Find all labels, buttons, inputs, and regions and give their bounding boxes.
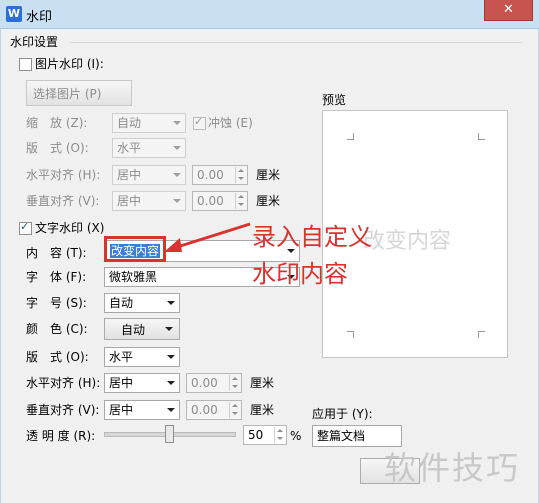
- chevron-down-icon: [173, 121, 181, 125]
- margin-corner-mark: [478, 133, 485, 140]
- text-v-align-label: 垂直对齐 (V):: [26, 403, 100, 417]
- color-label: 颜 色 (C):: [26, 322, 88, 336]
- chevron-down-icon: [165, 327, 173, 331]
- picture-h-offset-spinner[interactable]: 0.00: [192, 165, 248, 185]
- washout-checkbox[interactable]: [193, 115, 206, 130]
- size-select[interactable]: 自动: [104, 293, 180, 313]
- spin-up-icon[interactable]: [235, 193, 246, 201]
- text-h-offset-spinner[interactable]: 0.00: [186, 373, 242, 393]
- annotation-arrow-icon: [164, 222, 251, 252]
- chevron-down-icon: [167, 381, 175, 385]
- scale-select[interactable]: 自动: [112, 113, 186, 133]
- margin-corner-mark: [347, 331, 354, 338]
- chevron-down-icon: [167, 301, 175, 305]
- text-v-align-value: 居中: [109, 403, 134, 417]
- spin-down-icon[interactable]: [229, 410, 240, 418]
- close-button[interactable]: ✕: [484, 0, 533, 21]
- size-label: 字 号 (S):: [26, 296, 87, 310]
- group-divider: [70, 42, 522, 43]
- picture-h-unit: 厘米: [256, 168, 281, 182]
- text-v-offset-value: 0.00: [191, 403, 218, 417]
- margin-corner-mark: [347, 133, 354, 140]
- picture-v-align-label: 垂直对齐 (V):: [26, 194, 100, 208]
- text-v-offset-spinner[interactable]: 0.00: [186, 400, 242, 420]
- size-value: 自动: [109, 296, 134, 310]
- washout-label: 冲蚀 (E): [208, 116, 253, 130]
- chevron-down-icon: [173, 199, 181, 203]
- color-value: 自动: [121, 323, 146, 337]
- picture-layout-value: 水平: [117, 141, 142, 155]
- text-h-align-label: 水平对齐 (H):: [26, 376, 101, 390]
- spin-up-icon[interactable]: [274, 427, 285, 435]
- chevron-down-icon: [173, 146, 181, 150]
- picture-watermark-checkbox[interactable]: [19, 58, 32, 71]
- picture-h-align-select[interactable]: 居中: [112, 165, 186, 185]
- chevron-down-icon: [167, 408, 175, 412]
- preview-label: 预览: [322, 93, 347, 107]
- text-v-unit: 厘米: [250, 403, 275, 417]
- transparency-slider-thumb[interactable]: [165, 425, 174, 443]
- picture-h-align-value: 居中: [117, 168, 142, 182]
- font-value: 微软雅黑: [109, 270, 158, 284]
- spin-down-icon[interactable]: [274, 435, 285, 443]
- picture-v-offset-value: 0.00: [197, 194, 224, 208]
- select-picture-button[interactable]: 选择图片 (P): [26, 80, 132, 106]
- color-picker-button[interactable]: 自动: [104, 318, 180, 340]
- picture-v-unit: 厘米: [256, 194, 281, 208]
- transparency-value: 50: [248, 428, 264, 442]
- spin-up-icon[interactable]: [229, 375, 240, 383]
- annotation-line-2: 水印内容: [252, 260, 348, 288]
- text-h-unit: 厘米: [250, 376, 275, 390]
- window-title: 水印: [26, 10, 53, 25]
- text-watermark-label: 文字水印 (X): [35, 221, 105, 235]
- spin-down-icon[interactable]: [229, 383, 240, 391]
- site-watermark: 软件技巧: [384, 449, 521, 487]
- group-title: 水印设置: [10, 35, 59, 49]
- text-watermark-checkbox[interactable]: [19, 220, 32, 235]
- spin-down-icon[interactable]: [235, 175, 246, 183]
- chevron-down-icon: [173, 173, 181, 177]
- picture-layout-select[interactable]: 水平: [112, 138, 186, 158]
- highlight-box: [104, 236, 166, 262]
- picture-h-offset-value: 0.00: [197, 168, 224, 182]
- text-h-align-value: 居中: [109, 376, 134, 390]
- margin-corner-mark: [478, 331, 485, 338]
- select-picture-label: 选择图片 (P): [33, 87, 102, 101]
- transparency-spinner[interactable]: 50: [243, 425, 287, 445]
- transparency-label: 透 明 度 (R):: [26, 429, 96, 443]
- spin-up-icon[interactable]: [235, 167, 246, 175]
- wps-writer-icon: W: [6, 6, 22, 22]
- picture-v-offset-spinner[interactable]: 0.00: [192, 191, 248, 211]
- apply-to-value: 整篇文档: [317, 429, 366, 443]
- font-label: 字 体 (F):: [26, 270, 87, 284]
- picture-v-align-select[interactable]: 居中: [112, 191, 186, 211]
- scale-label: 缩 放 (Z):: [26, 116, 88, 130]
- picture-v-align-value: 居中: [117, 194, 142, 208]
- preview-watermark-text: 改变内容: [363, 229, 452, 254]
- picture-watermark-label: 图片水印 (I):: [35, 57, 104, 71]
- spin-down-icon[interactable]: [235, 201, 246, 209]
- annotation-line-1: 录入自定义: [252, 223, 372, 251]
- text-h-offset-value: 0.00: [191, 376, 218, 390]
- chevron-down-icon: [167, 355, 175, 359]
- text-v-align-select[interactable]: 居中: [104, 400, 180, 420]
- text-layout-label: 版 式 (O):: [26, 350, 89, 364]
- picture-layout-label: 版 式 (O):: [26, 141, 89, 155]
- transparency-unit: %: [290, 429, 302, 443]
- text-h-align-select[interactable]: 居中: [104, 373, 180, 393]
- text-layout-value: 水平: [109, 350, 134, 364]
- text-layout-select[interactable]: 水平: [104, 347, 180, 367]
- apply-to-label: 应用于 (Y):: [312, 407, 373, 421]
- picture-h-align-label: 水平对齐 (H):: [26, 168, 101, 182]
- spin-up-icon[interactable]: [229, 402, 240, 410]
- content-label: 内 容 (T):: [26, 246, 87, 260]
- scale-value: 自动: [117, 116, 142, 130]
- title-bar: [0, 0, 539, 29]
